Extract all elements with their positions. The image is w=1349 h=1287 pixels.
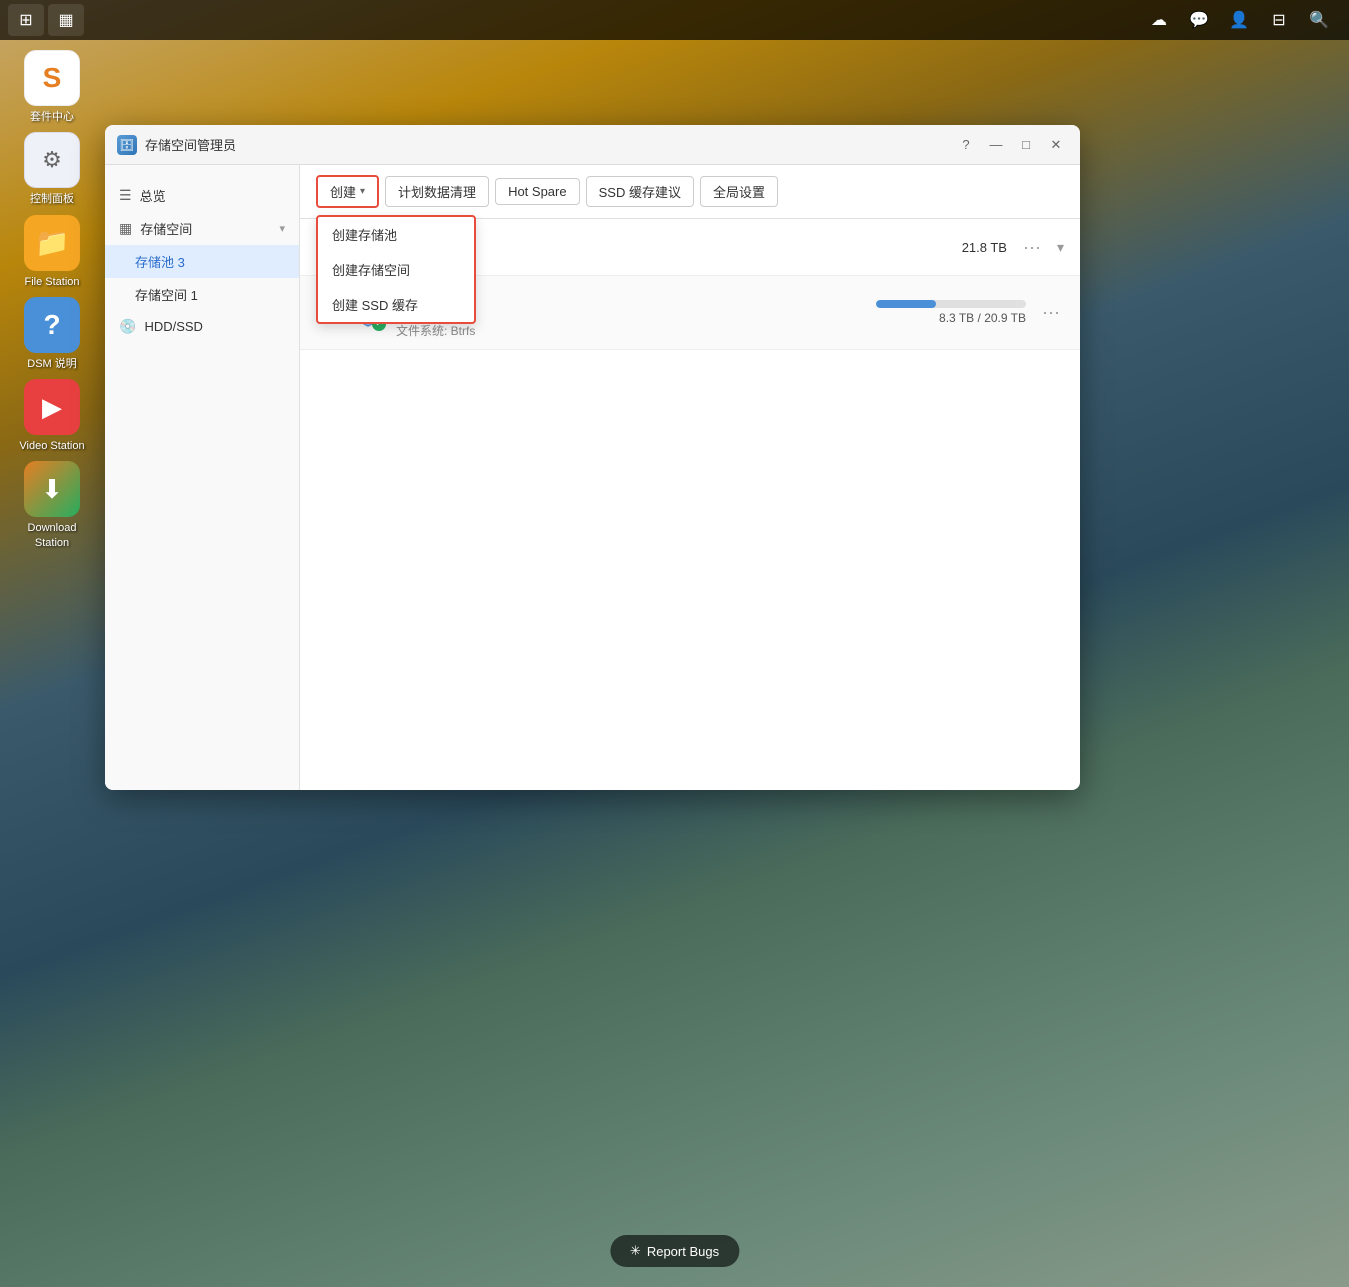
user-icon: 👤 [1229, 10, 1249, 30]
storage-space-icon: ▦ [119, 220, 132, 237]
cloud-icon-btn[interactable]: ☁ [1141, 4, 1177, 36]
grid-icon: ⊞ [19, 10, 32, 30]
window-body: ☰ 总览 ▦ 存储空间 ▾ 存储池 3 存储空间 1 💿 HDD/SSD [105, 165, 1080, 790]
chat-icon-btn[interactable]: 💬 [1181, 4, 1217, 36]
overview-label: 总览 [140, 186, 166, 205]
control-panel-icon: ⚙ [24, 132, 80, 188]
sidebar: ☰ 总览 ▦ 存储空间 ▾ 存储池 3 存储空间 1 💿 HDD/SSD [105, 165, 300, 790]
storage-pool-3-label: 存储池 3 [135, 252, 185, 271]
hdd-ssd-label: HDD/SSD [144, 319, 203, 334]
window-title: 存储空间管理员 [145, 135, 946, 154]
create-dropdown-menu: 创建存储池 创建存储空间 创建 SSD 缓存 [316, 215, 476, 324]
windows-icon: ▦ [58, 10, 73, 30]
storage-space-1-label: 存储空间 1 [135, 285, 198, 304]
windows-list-icon: ⊟ [1272, 10, 1285, 30]
dropdown-item-create-pool[interactable]: 创建存储池 [318, 217, 474, 252]
create-button[interactable]: 创建 ▾ [316, 175, 379, 208]
minimize-button[interactable]: — [984, 133, 1008, 157]
global-settings-label: 全局设置 [713, 182, 765, 201]
window-controls: ? — □ ✕ [954, 133, 1068, 157]
usage-text: 8.3 TB / 20.9 TB [826, 311, 1026, 325]
sidebar-section: ☰ 总览 ▦ 存储空间 ▾ 存储池 3 存储空间 1 💿 HDD/SSD [105, 175, 299, 346]
chat-icon: 💬 [1189, 10, 1209, 30]
desktop-icon-file-station[interactable]: 📁 File Station [12, 215, 92, 289]
schedule-button[interactable]: 计划数据清理 [385, 176, 489, 207]
global-settings-button[interactable]: 全局设置 [700, 176, 778, 207]
file-station-label: File Station [24, 275, 79, 289]
taskbar-left: ⊞ ▦ [0, 4, 84, 36]
sidebar-item-storage-space-group[interactable]: ▦ 存储空间 ▾ [105, 212, 299, 245]
apps-button[interactable]: ⊞ [8, 4, 44, 36]
sidebar-item-storage-space-1[interactable]: 存储空间 1 [105, 278, 299, 311]
desktop-icon-dsm-help[interactable]: ? DSM 说明 [12, 297, 92, 371]
video-station-icon: ▶ [24, 379, 80, 435]
hot-spare-label: Hot Spare [508, 184, 567, 199]
taskbar-right: ☁ 💬 👤 ⊟ 🔍 [1141, 4, 1349, 36]
window-list-button[interactable]: ▦ [48, 4, 84, 36]
dropdown-arrow-icon: ▾ [360, 186, 365, 197]
desktop-icon-video-station[interactable]: ▶ Video Station [12, 379, 92, 453]
storage-manager-window: 🗄 存储空间管理员 ? — □ ✕ ☰ 总览 [105, 125, 1080, 790]
desktop-icons: S 套件中心 ⚙ 控制面板 📁 File Station ? DSM 说明 ▶ … [12, 50, 92, 550]
desktop-icon-pkg-center[interactable]: S 套件中心 [12, 50, 92, 124]
chevron-down-icon: ▾ [279, 222, 285, 235]
control-panel-label: 控制面板 [30, 192, 74, 206]
window-title-icon: 🗄 [117, 135, 137, 155]
sidebar-item-storage-pool-3[interactable]: 存储池 3 [105, 245, 299, 278]
search-icon: 🔍 [1309, 10, 1329, 30]
pkg-center-icon: S [24, 50, 80, 106]
ssd-cache-button[interactable]: SSD 缓存建议 [586, 176, 694, 207]
toolbar: 创建 ▾ 计划数据清理 Hot Spare SSD 缓存建议 全局设置 [300, 165, 1080, 219]
pool-size: 21.8 TB [907, 240, 1007, 255]
file-station-icon: 📁 [24, 215, 80, 271]
sidebar-item-overview[interactable]: ☰ 总览 [105, 179, 299, 212]
pool-expand-button[interactable]: ▾ [1057, 239, 1064, 256]
report-bugs-button[interactable]: ✳ Report Bugs [610, 1235, 739, 1267]
volume-bar-area: 8.3 TB / 20.9 TB [826, 300, 1026, 325]
volume-more-button[interactable]: ··· [1038, 302, 1064, 323]
storage-icon: 🗄 [119, 138, 134, 152]
search-icon-btn[interactable]: 🔍 [1301, 4, 1337, 36]
create-label: 创建 [330, 182, 356, 201]
download-station-icon: ⬇ [24, 461, 80, 517]
schedule-label: 计划数据清理 [398, 182, 476, 201]
desktop-icon-download-station[interactable]: ⬇ Download Station [12, 461, 92, 550]
help-button[interactable]: ? [954, 133, 978, 157]
desktop-icon-control-panel[interactable]: ⚙ 控制面板 [12, 132, 92, 206]
sidebar-item-hdd-ssd[interactable]: 💿 HDD/SSD [105, 311, 299, 342]
bug-icon: ✳ [630, 1243, 641, 1259]
volume-filesystem: 文件系统: Btrfs [396, 322, 814, 339]
dropdown-item-create-ssd[interactable]: 创建 SSD 缓存 [318, 287, 474, 322]
dsm-help-label: DSM 说明 [27, 357, 77, 371]
cloud-icon: ☁ [1151, 10, 1167, 30]
user-icon-btn[interactable]: 👤 [1221, 4, 1257, 36]
dropdown-item-create-space[interactable]: 创建存储空间 [318, 252, 474, 287]
storage-space-group-label: 存储空间 [140, 219, 192, 238]
dsm-help-icon: ? [24, 297, 80, 353]
restore-button[interactable]: □ [1014, 133, 1038, 157]
close-button[interactable]: ✕ [1044, 133, 1068, 157]
pool-more-button[interactable]: ··· [1019, 237, 1045, 258]
hdd-icon: 💿 [119, 318, 136, 335]
video-station-label: Video Station [19, 439, 84, 453]
ssd-cache-label: SSD 缓存建议 [599, 182, 681, 201]
usage-bar-fill [876, 300, 936, 308]
hot-spare-button[interactable]: Hot Spare [495, 178, 580, 205]
report-bugs-label: Report Bugs [647, 1244, 719, 1259]
download-station-label: Download Station [12, 521, 92, 550]
main-content: 创建 ▾ 计划数据清理 Hot Spare SSD 缓存建议 全局设置 [300, 165, 1080, 790]
overview-icon: ☰ [119, 187, 132, 204]
window-titlebar: 🗄 存储空间管理员 ? — □ ✕ [105, 125, 1080, 165]
usage-bar [876, 300, 1026, 308]
windows-taskbar-btn[interactable]: ⊟ [1261, 4, 1297, 36]
taskbar-top: ⊞ ▦ ☁ 💬 👤 ⊟ 🔍 [0, 0, 1349, 40]
pkg-center-label: 套件中心 [30, 110, 74, 124]
